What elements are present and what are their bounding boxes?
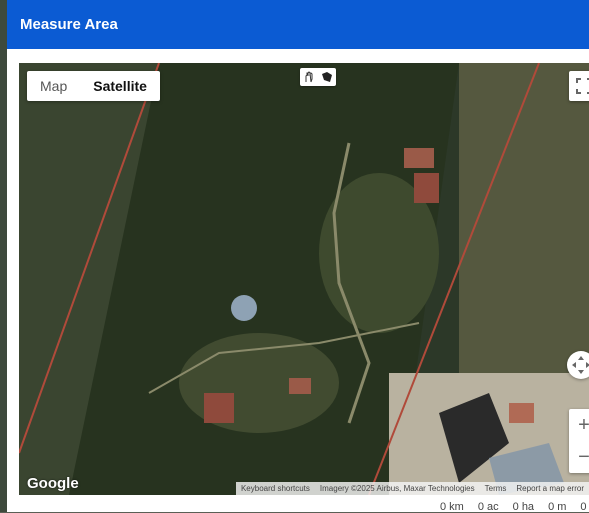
fullscreen-button[interactable] (569, 71, 589, 101)
measurement-readout: 0 km 0 ac 0 ha 0 m 0 (440, 501, 589, 513)
modal-title: Measure Area (20, 16, 118, 33)
imagery-credit: Imagery ©2025 Airbus, Maxar Technologies (319, 484, 475, 493)
drawing-toolbar (300, 68, 336, 86)
polygon-draw-icon[interactable] (318, 68, 336, 86)
map-type-satellite-button[interactable]: Satellite (80, 71, 160, 101)
rotate-view-button[interactable] (567, 351, 589, 379)
satellite-map[interactable]: Map Satellite + − Google Keyboard shortc… (19, 63, 589, 495)
hand-icon[interactable] (300, 68, 318, 86)
zoom-control: + − (569, 409, 589, 473)
terms-link[interactable]: Terms (480, 482, 512, 495)
keyboard-shortcuts-link[interactable]: Keyboard shortcuts (236, 482, 315, 495)
fullscreen-icon (576, 78, 589, 94)
report-error-link[interactable]: Report a map error (511, 482, 589, 495)
map-type-map-button[interactable]: Map (27, 71, 80, 101)
distance-km-value: 0 km (440, 501, 464, 513)
modal-header: Measure Area (7, 0, 589, 49)
measure-area-modal: Measure Area Map Satellite + − Google Ke… (7, 0, 589, 513)
zoom-in-button[interactable]: + (569, 409, 589, 441)
area-acres-value: 0 ac (477, 501, 499, 513)
satellite-imagery (19, 63, 589, 495)
map-type-control: Map Satellite (27, 71, 160, 101)
zoom-out-button[interactable]: − (569, 441, 589, 473)
other-value: 0 (580, 501, 587, 513)
distance-m-value: 0 m (548, 501, 567, 513)
area-hectares-value: 0 ha (512, 501, 535, 513)
google-logo: Google (27, 475, 79, 492)
map-attribution: Keyboard shortcuts Imagery ©2025 Airbus,… (235, 482, 589, 495)
compass-arrows-icon (572, 356, 589, 374)
